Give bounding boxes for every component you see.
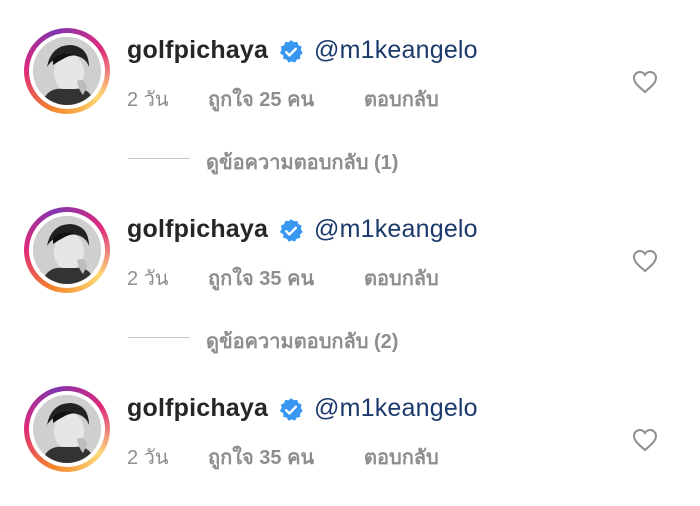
reply-button[interactable]: ตอบกลับ [364, 262, 439, 294]
verified-badge-icon [279, 40, 303, 63]
verified-badge-icon [279, 219, 303, 242]
comment-mention-link[interactable]: @m1keangelo [314, 394, 478, 423]
divider-line [128, 158, 190, 159]
comment-timestamp: 2 วัน [127, 89, 169, 111]
avatar[interactable] [24, 386, 110, 472]
comment-like-count[interactable]: ถูกใจ 35 คน [208, 441, 314, 473]
comment-mention-link[interactable]: @m1keangelo [314, 215, 478, 244]
heart-outline-icon[interactable] [632, 428, 658, 452]
comment-mention-link[interactable]: @m1keangelo [314, 36, 478, 65]
view-replies-toggle[interactable]: ดูข้อความตอบกลับ (1) [0, 144, 700, 174]
view-replies-label[interactable]: ดูข้อความตอบกลับ (1) [206, 146, 398, 178]
view-replies-toggle[interactable]: ดูข้อความตอบกลับ (2) [0, 323, 700, 353]
comment-timestamp: 2 วัน [127, 268, 169, 290]
comment-item: golfpichaya @m1keangelo 2 วัน ถูกใจ 25 ค… [0, 28, 700, 148]
heart-outline-icon[interactable] [632, 249, 658, 273]
comment-username[interactable]: golfpichaya [127, 394, 268, 423]
comment-timestamp: 2 วัน [127, 447, 169, 469]
reply-button[interactable]: ตอบกลับ [364, 441, 439, 473]
view-replies-label[interactable]: ดูข้อความตอบกลับ (2) [206, 325, 398, 357]
comment-username[interactable]: golfpichaya [127, 36, 268, 65]
comment-item: golfpichaya @m1keangelo 2 วัน ถูกใจ 35 ค… [0, 207, 700, 327]
comment-item: golfpichaya @m1keangelo 2 วัน ถูกใจ 35 ค… [0, 386, 700, 506]
heart-outline-icon[interactable] [632, 70, 658, 94]
divider-line [128, 337, 190, 338]
avatar[interactable] [24, 207, 110, 293]
comment-username[interactable]: golfpichaya [127, 215, 268, 244]
comment-like-count[interactable]: ถูกใจ 25 คน [208, 83, 314, 115]
avatar[interactable] [24, 28, 110, 114]
comment-like-count[interactable]: ถูกใจ 35 คน [208, 262, 314, 294]
verified-badge-icon [279, 398, 303, 421]
reply-button[interactable]: ตอบกลับ [364, 83, 439, 115]
